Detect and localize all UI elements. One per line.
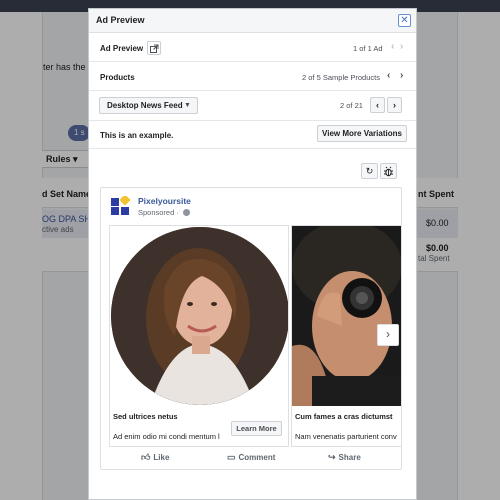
products-count: 2 of 5 Sample Products xyxy=(302,73,380,82)
share-label: Share xyxy=(338,453,361,462)
bug-icon xyxy=(384,166,393,177)
next-ad-button[interactable]: › xyxy=(400,41,403,52)
chevron-right-icon: › xyxy=(386,327,390,341)
prev-product-button[interactable]: ‹ xyxy=(387,70,390,81)
example-row: This is an example. View More Variations xyxy=(89,121,416,149)
share-button[interactable]: ↪ Share xyxy=(328,452,361,463)
ad-card: Pixelyoursite Sponsored · Sed ultrices n… xyxy=(100,187,402,470)
example-text: This is an example. xyxy=(100,131,174,140)
card-description: Nam venenatis parturient conv xyxy=(295,432,397,441)
modal-header: Ad Preview ✕ xyxy=(89,9,416,33)
modal-title: Ad Preview xyxy=(96,15,145,25)
placement-row: Desktop News Feed ▼ 2 of 21 ‹ › xyxy=(89,91,416,121)
next-placement-button[interactable]: › xyxy=(387,97,402,113)
thumbs-up-icon: 👍︎ xyxy=(141,452,151,462)
products-label: Products xyxy=(100,73,135,82)
caret-down-icon: ▼ xyxy=(184,102,191,109)
globe-icon xyxy=(182,209,190,216)
chevron-right-icon: › xyxy=(393,100,396,110)
external-link-icon xyxy=(150,44,159,53)
ad-count: 1 of 1 Ad xyxy=(353,44,383,53)
like-button[interactable]: 👍︎ Like xyxy=(141,452,169,463)
comment-icon: ▭ xyxy=(227,452,236,462)
placement-value: Desktop News Feed xyxy=(107,101,183,110)
ad-preview-modal: Ad Preview ✕ Ad Preview 1 of 1 Ad ‹ › Pr… xyxy=(88,8,417,500)
next-product-button[interactable]: › xyxy=(400,70,403,81)
product-image-portrait xyxy=(110,226,288,406)
comment-button[interactable]: ▭ Comment xyxy=(227,452,275,463)
sponsored-text: Sponsored · xyxy=(138,208,179,217)
share-icon: ↪ xyxy=(328,452,336,462)
sponsored-label: Sponsored · xyxy=(138,208,190,217)
chevron-left-icon: ‹ xyxy=(376,100,379,110)
placement-dropdown[interactable]: Desktop News Feed ▼ xyxy=(99,97,198,114)
prev-ad-button[interactable]: ‹ xyxy=(391,41,394,52)
refresh-icon: ↻ xyxy=(365,166,374,176)
refresh-button[interactable]: ↻ xyxy=(361,163,378,179)
engagement-bar: 👍︎ Like ▭ Comment ↪ Share xyxy=(101,448,401,469)
page-logo-icon xyxy=(111,196,131,215)
carousel-card[interactable]: Sed ultrices netus Ad enim odio mi condi… xyxy=(109,225,289,447)
carousel-next-button[interactable]: › xyxy=(377,324,399,346)
card-title: Sed ultrices netus xyxy=(113,412,178,421)
report-bug-button[interactable] xyxy=(380,163,397,179)
close-icon: ✕ xyxy=(400,15,409,26)
ad-selector-row: Ad Preview 1 of 1 Ad ‹ › xyxy=(89,33,416,62)
products-row: Products 2 of 5 Sample Products ‹ › xyxy=(89,62,416,91)
open-external-button[interactable] xyxy=(147,41,161,55)
close-button[interactable]: ✕ xyxy=(398,14,411,27)
like-label: Like xyxy=(153,453,170,462)
ad-preview-label: Ad Preview xyxy=(100,44,144,53)
view-more-variations-button[interactable]: View More Variations xyxy=(317,125,407,142)
carousel: Sed ultrices netus Ad enim odio mi condi… xyxy=(109,225,401,447)
prev-placement-button[interactable]: ‹ xyxy=(370,97,385,113)
product-image-photographer xyxy=(292,226,401,406)
card-title: Cum fames a cras dictumst xyxy=(295,412,393,421)
page-name-link[interactable]: Pixelyoursite xyxy=(138,196,191,206)
learn-more-button[interactable]: Learn More xyxy=(231,421,282,436)
comment-label: Comment xyxy=(238,453,276,462)
placement-count: 2 of 21 xyxy=(340,101,363,110)
